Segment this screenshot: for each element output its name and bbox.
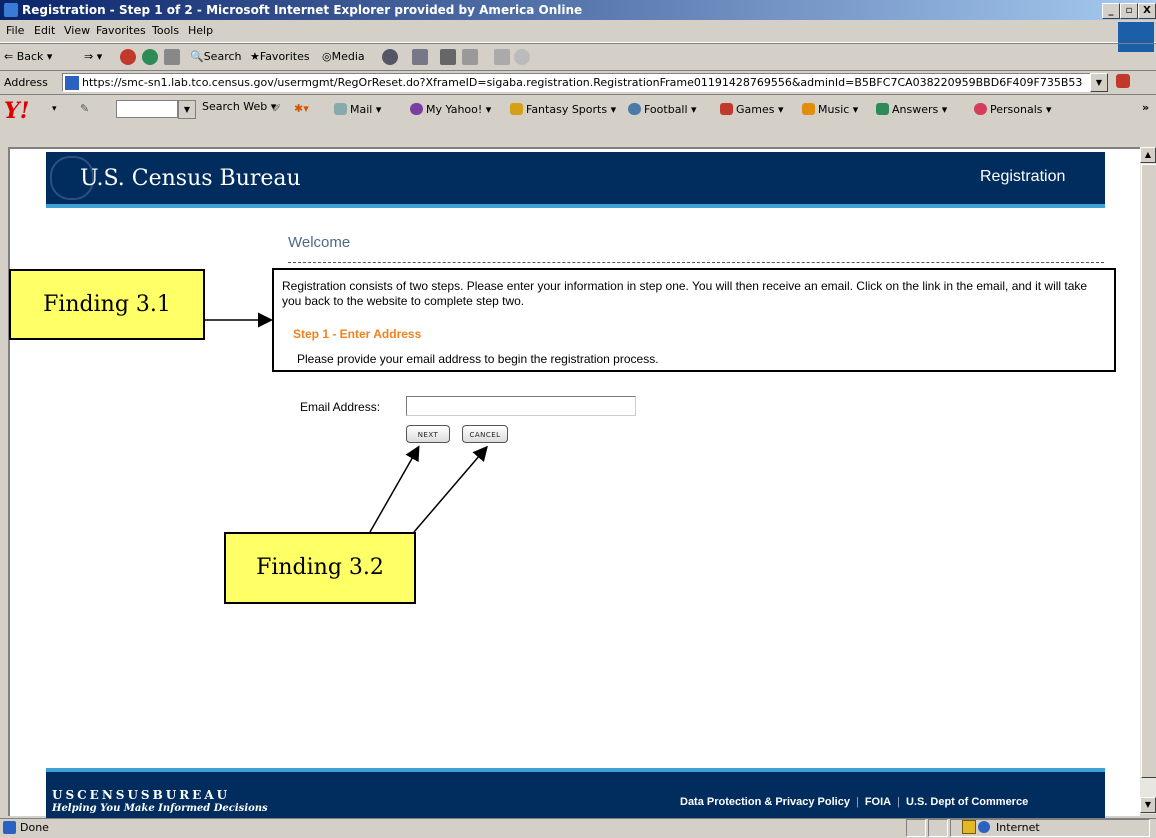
print-icon[interactable] — [440, 49, 456, 65]
page-icon — [65, 76, 79, 90]
finding-3-2-callout: Finding 3.2 — [224, 532, 416, 604]
email-address-input[interactable] — [406, 396, 636, 416]
mail-icon[interactable] — [412, 49, 428, 65]
address-url: https://smc-sn1.lab.tco.census.gov/userm… — [82, 76, 1083, 89]
window-title-bar[interactable]: Registration - Step 1 of 2 - Microsoft I… — [0, 0, 1156, 20]
music-link[interactable]: Music ▾ — [802, 103, 858, 116]
yahoo-mail-link[interactable]: Mail ▾ — [334, 103, 381, 116]
address-input[interactable]: https://smc-sn1.lab.tco.census.gov/userm… — [62, 73, 1092, 92]
toolbar-overflow-chevron-icon[interactable]: » — [1142, 101, 1149, 114]
address-dropdown[interactable]: ▼ — [1090, 73, 1108, 92]
footer-brand: USCENSUSBUREAU — [52, 788, 231, 802]
music-icon — [802, 103, 815, 115]
cancel-button[interactable]: CANCEL — [462, 425, 508, 443]
dept-commerce-link[interactable]: U.S. Dept of Commerce — [906, 796, 1028, 808]
yahoo-logo[interactable]: Y! — [4, 98, 29, 124]
lock-icon[interactable] — [962, 820, 976, 834]
go-icon[interactable] — [1116, 74, 1130, 88]
close-button[interactable]: X — [1138, 3, 1156, 19]
football-icon — [628, 103, 641, 115]
yahoo-search-dropdown[interactable]: ▼ — [178, 100, 196, 119]
heart-icon — [974, 103, 987, 115]
foia-link[interactable]: FOIA — [865, 796, 891, 808]
menu-help[interactable]: Help — [188, 24, 213, 37]
trophy-icon — [510, 103, 523, 115]
personals-link[interactable]: Personals ▾ — [974, 103, 1052, 116]
maximize-button[interactable]: ▫ — [1120, 3, 1138, 19]
mail-icon — [334, 103, 347, 115]
back-button[interactable]: ⇐ Back ▾ — [4, 50, 52, 63]
scroll-down-arrow-icon[interactable]: ▼ — [1140, 797, 1156, 813]
favorites-button[interactable]: ★Favorites — [250, 50, 310, 63]
answers-icon — [876, 103, 889, 115]
status-text: Done — [20, 821, 49, 834]
menu-bar: File Edit View Favorites Tools Help — [0, 20, 1156, 43]
privacy-policy-link[interactable]: Data Protection & Privacy Policy — [680, 796, 850, 808]
media-button[interactable]: ◎Media — [322, 50, 365, 63]
edit-icon[interactable] — [462, 49, 478, 65]
my-yahoo-link[interactable]: My Yahoo! ▾ — [410, 103, 491, 116]
yahoo-search-input[interactable] — [116, 100, 178, 118]
census-bureau-name[interactable]: U.S. Census Bureau — [80, 166, 301, 191]
ie-app-icon — [4, 3, 18, 17]
messenger-icon[interactable] — [514, 49, 530, 65]
pencil-icon[interactable]: ✎ — [80, 102, 96, 116]
yahoo-menu-dropdown[interactable]: ▾ — [52, 104, 57, 114]
menu-tools[interactable]: Tools — [152, 24, 179, 37]
minimize-button[interactable]: _ — [1102, 3, 1120, 19]
answers-link[interactable]: Answers ▾ — [876, 103, 947, 116]
scrollbar-thumb[interactable] — [1141, 164, 1156, 778]
dashed-divider — [288, 262, 1104, 263]
window-title: Registration - Step 1 of 2 - Microsoft I… — [22, 3, 583, 17]
search-button[interactable]: 🔍Search — [190, 50, 242, 63]
search-web-button[interactable]: Search Web ▾ — [202, 100, 276, 113]
my-yahoo-icon — [410, 103, 423, 115]
internet-zone-icon — [978, 821, 990, 833]
menu-view[interactable]: View — [64, 24, 90, 37]
games-link[interactable]: Games ▾ — [720, 103, 784, 116]
address-label: Address — [4, 76, 48, 89]
section-title: Registration — [980, 168, 1066, 185]
welcome-heading: Welcome — [288, 234, 351, 251]
menu-file[interactable]: File — [6, 24, 24, 37]
football-link[interactable]: Football ▾ — [628, 103, 697, 116]
footer-tagline: Helping You Make Informed Decisions — [52, 803, 268, 814]
next-button[interactable]: NEXT — [406, 425, 450, 443]
page-viewport — [8, 147, 1140, 816]
security-zone-label: Internet — [996, 821, 1040, 834]
footer-links: Data Protection & Privacy Policy | FOIA | U.… — [680, 796, 1028, 808]
footer-separator: | — [855, 796, 859, 808]
footer-separator: | — [897, 796, 900, 808]
discuss-icon[interactable] — [494, 49, 510, 65]
highlight-icon[interactable]: ✐ — [272, 102, 281, 115]
menu-edit[interactable]: Edit — [34, 24, 55, 37]
status-panel — [928, 819, 948, 837]
registration-intro-text: Registration consists of two steps. Plea… — [282, 279, 1088, 308]
step-1-description: Please provide your email address to beg… — [297, 352, 659, 366]
finding-3-1-callout: Finding 3.1 — [9, 269, 205, 340]
home-icon[interactable] — [164, 49, 180, 65]
forward-button[interactable]: ⇒ ▾ — [84, 50, 102, 63]
status-panel — [906, 819, 926, 837]
page-status-icon — [3, 821, 16, 834]
stop-icon[interactable] — [120, 49, 136, 65]
email-address-label: Email Address: — [300, 400, 381, 414]
step-1-heading: Step 1 - Enter Address — [293, 327, 422, 341]
menu-favorites[interactable]: Favorites — [96, 24, 146, 37]
antispy-icon[interactable]: ✱▾ — [294, 102, 309, 115]
standard-toolbar: ⇐ Back ▾ ⇒ ▾ 🔍Search ★Favorites ◎Media — [0, 43, 1156, 71]
scroll-up-arrow-icon[interactable]: ▲ — [1140, 147, 1156, 163]
refresh-icon[interactable] — [142, 49, 158, 65]
fantasy-sports-link[interactable]: Fantasy Sports ▾ — [510, 103, 616, 116]
history-icon[interactable] — [382, 49, 398, 65]
games-icon — [720, 103, 733, 115]
